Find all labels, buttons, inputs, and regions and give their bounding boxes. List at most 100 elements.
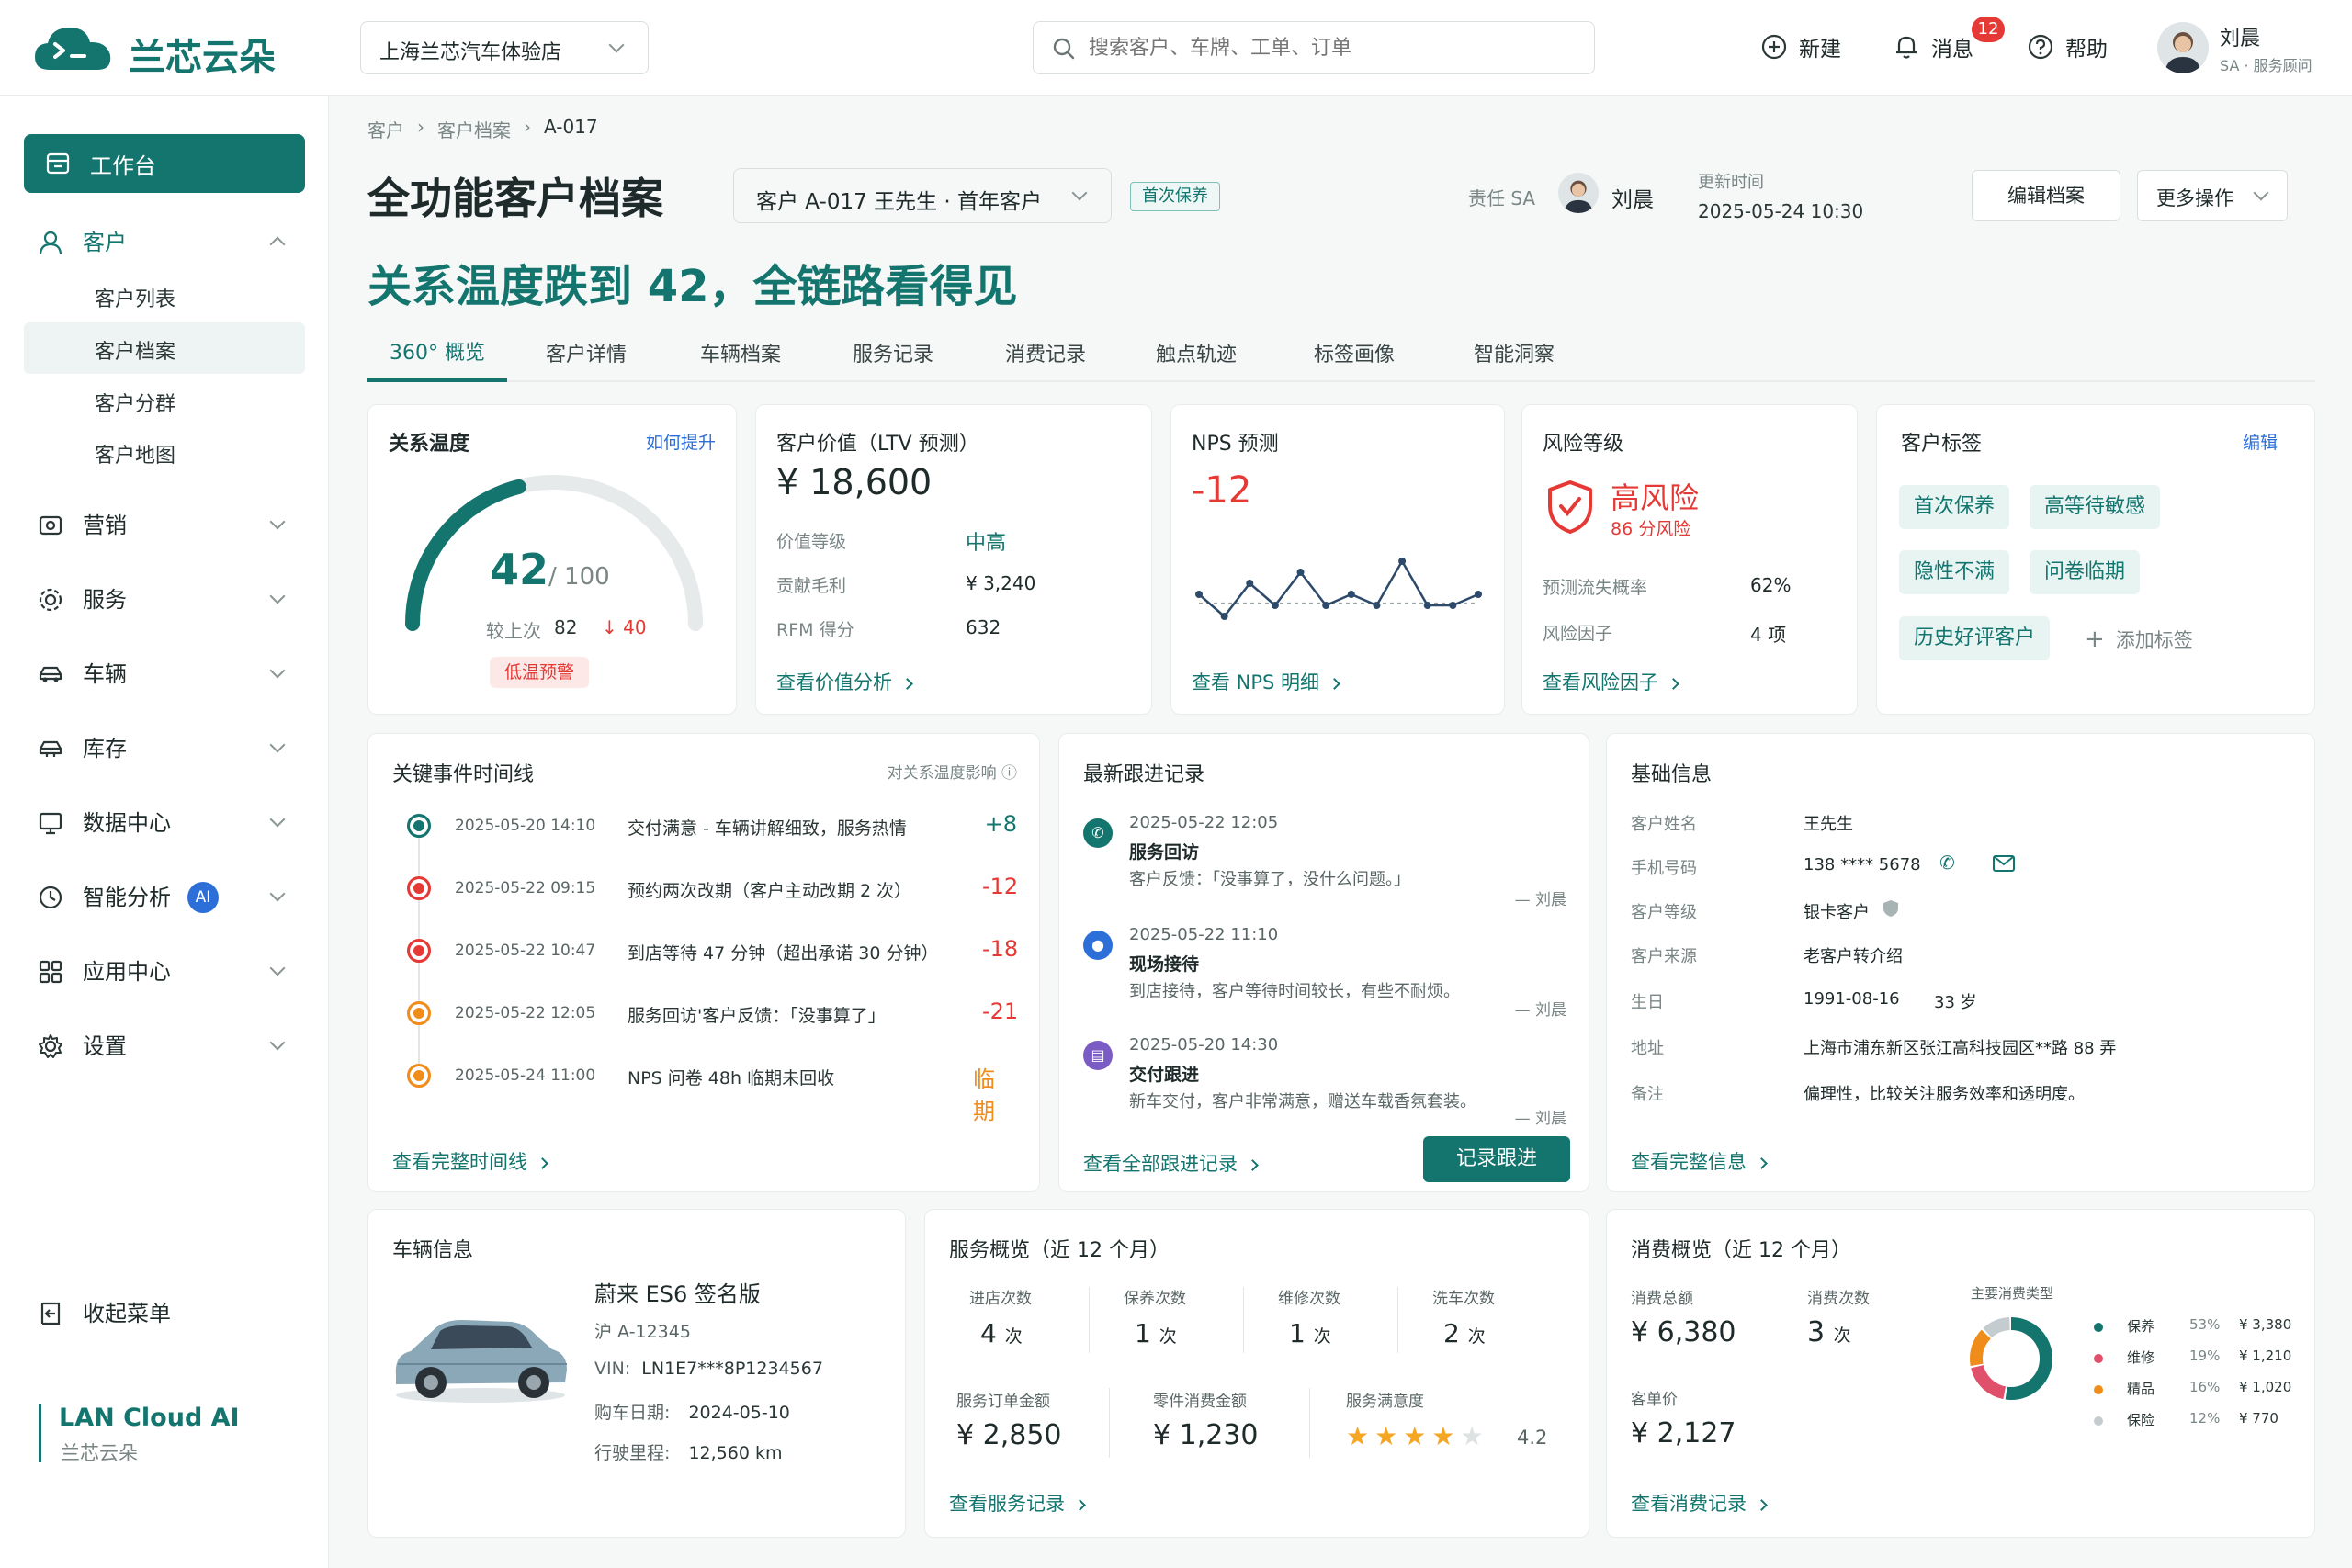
service-records-link[interactable]: 查看服务记录	[949, 1489, 1086, 1517]
store-select[interactable]: 上海兰芯汽车体验店	[360, 21, 649, 74]
event-delta: -18	[982, 936, 1019, 962]
add-tag-button[interactable]: + 添加标签	[2085, 626, 2193, 653]
info-value: 1991-08-16	[1804, 989, 1900, 1009]
risk-factor-link[interactable]: 查看风险因子	[1543, 668, 1679, 695]
sidebar-item-settings[interactable]: 设置	[37, 1026, 303, 1066]
chevron-down-icon	[269, 886, 286, 902]
collapse-icon	[40, 1302, 61, 1325]
full-info-link[interactable]: 查看完整信息	[1631, 1147, 1768, 1175]
global-search[interactable]	[1033, 21, 1595, 74]
sidebar-item-analytics[interactable]: 智能分析 AI	[37, 877, 303, 918]
record-followup-button[interactable]: 记录跟进	[1423, 1136, 1570, 1182]
sidebar-subitem-customer-map[interactable]: 客户地图	[95, 439, 175, 468]
record-author: — 刘晨	[1514, 1001, 1566, 1020]
sidebar-item-marketing[interactable]: 营销	[37, 505, 303, 546]
star-icon: ★	[1431, 1421, 1455, 1451]
timeline-event[interactable]: 2025-05-20 14:10 交付满意 - 车辆讲解细致，服务热情 +8	[368, 734, 1039, 839]
legend-percent: 19%	[2189, 1348, 2221, 1364]
nps-detail-link[interactable]: 查看 NPS 明细	[1192, 668, 1340, 695]
tag-chip[interactable]: 首次保养	[1899, 485, 2010, 529]
brand-name: 兰芯云朵	[129, 37, 276, 79]
vehicle-plate: 沪 A-12345	[594, 1322, 691, 1342]
new-button[interactable]: 新建	[1760, 31, 1841, 62]
legend-label: 保养	[2127, 1318, 2155, 1335]
event-text: 服务回访'客户反馈：「没事算了」	[628, 1006, 886, 1026]
top-bar: 兰芯云朵 上海兰芯汽车体验店 新建 消息 12 帮助 刘晨 SA · 服务顾问	[0, 0, 2352, 96]
sidebar-item-workbench[interactable]: 工作台	[24, 134, 305, 193]
collapse-menu-button[interactable]: 收起菜单	[37, 1293, 303, 1334]
tag-chip[interactable]: 隐性不满	[1899, 550, 2010, 594]
plus-icon: +	[2085, 626, 2105, 653]
tab-insight[interactable]: 智能洞察	[1474, 338, 1555, 367]
message-icon: ▤	[1083, 1041, 1113, 1070]
messages-button[interactable]: 消息	[1893, 31, 1973, 62]
phone-call-icon[interactable]: ✆	[1939, 852, 1955, 874]
full-timeline-link[interactable]: 查看完整时间线	[392, 1147, 548, 1175]
card-title: 服务概览（近 12 个月）	[949, 1239, 1170, 1262]
user-avatar[interactable]	[2157, 22, 2209, 73]
legend-label: 精品	[2127, 1381, 2155, 1397]
help-label: 帮助	[2065, 38, 2108, 62]
plus-circle-icon	[1761, 34, 1787, 60]
updated-value: 2025-05-24 10:30	[1698, 200, 1864, 222]
tab-detail[interactable]: 客户详情	[546, 338, 627, 367]
megaphone-icon	[39, 515, 62, 536]
more-actions-button[interactable]: 更多操作	[2137, 170, 2288, 221]
mail-icon[interactable]	[1993, 855, 2015, 872]
tag-chip[interactable]: 历史好评客户	[1899, 616, 2051, 660]
mileage-label: 行驶里程:	[594, 1443, 671, 1463]
info-value: 偏理性，比较关注服务效率和透明度。	[1804, 1085, 2085, 1104]
tab-service[interactable]: 服务记录	[853, 338, 933, 367]
rfm-value: 632	[966, 616, 1001, 638]
search-input[interactable]	[1089, 31, 1566, 64]
sidebar-item-app-center[interactable]: 应用中心	[37, 952, 303, 992]
tabs-divider	[368, 380, 2315, 382]
tab-overview[interactable]: 360° 概览	[368, 336, 507, 382]
info-label: 客户等级	[1631, 903, 1697, 922]
breadcrumb-item[interactable]: 客户	[368, 116, 404, 142]
tag-chip[interactable]: 问卷临期	[2030, 550, 2141, 594]
sidebar-subitem-customer-segment[interactable]: 客户分群	[95, 388, 175, 417]
tab-touchpoint[interactable]: 触点轨迹	[1156, 338, 1237, 367]
legend-label: 保险	[2127, 1412, 2155, 1428]
tab-vehicle[interactable]: 车辆档案	[700, 338, 781, 367]
sidebar-item-vehicle[interactable]: 车辆	[37, 654, 303, 694]
customer-select[interactable]: 客户 A-017 王先生 · 首年客户	[733, 168, 1112, 223]
star-icon: ★	[1403, 1421, 1427, 1451]
record-type: 服务回访	[1129, 842, 1200, 863]
tab-tags[interactable]: 标签画像	[1314, 338, 1395, 367]
ai-badge: AI	[187, 882, 219, 913]
info-value: 王先生	[1804, 815, 1853, 834]
edit-tags-link[interactable]: 编辑	[2243, 429, 2278, 454]
sidebar-subitem-customer-profile[interactable]: 客户档案	[95, 335, 175, 365]
sidebar-item-label: 工作台	[90, 152, 156, 179]
chevron-down-icon	[269, 960, 286, 976]
money-label: 零件消费金额	[1153, 1393, 1247, 1411]
event-text: 交付满意 - 车辆讲解细致，服务热情	[628, 818, 907, 839]
breadcrumb-item[interactable]: 客户档案	[437, 116, 511, 142]
sidebar-item-data-center[interactable]: 数据中心	[37, 803, 303, 843]
owner-name: 刘晨	[1611, 188, 1654, 212]
chevron-down-icon	[269, 662, 286, 679]
value-analysis-link[interactable]: 查看价值分析	[776, 668, 913, 695]
sidebar-item-customer[interactable]: 客户	[37, 222, 303, 263]
customer-tags-card: 客户标签 编辑 首次保养 高等待敏感 隐性不满 问卷临期 历史好评客户 + 添加标…	[1876, 404, 2315, 715]
sidebar-subitem-customer-list[interactable]: 客户列表	[95, 283, 175, 312]
consumption-records-link[interactable]: 查看消费记录	[1631, 1489, 1768, 1517]
sidebar-item-inventory[interactable]: 库存	[37, 728, 303, 769]
tab-consume[interactable]: 消费记录	[1005, 338, 1086, 367]
footer-brand-title: LAN Cloud AI	[59, 1404, 240, 1432]
sidebar-item-service[interactable]: 服务	[37, 580, 303, 620]
edit-profile-button[interactable]: 编辑档案	[1972, 170, 2120, 221]
rfm-label: RFM 得分	[776, 620, 854, 640]
money-value: ¥ 1,230	[1153, 1419, 1259, 1451]
legend-item: 维修 19% ¥ 1,210	[2094, 1348, 2296, 1370]
vehicle-model: 蔚来 ES6 签名版	[594, 1281, 761, 1307]
divider	[1109, 1388, 1110, 1458]
all-followup-link[interactable]: 查看全部跟进记录	[1083, 1149, 1259, 1177]
how-improve-link[interactable]: 如何提升	[646, 429, 716, 454]
nps-point	[1373, 602, 1381, 609]
tag-chip[interactable]: 高等待敏感	[2030, 485, 2161, 529]
legend-swatch	[2094, 1354, 2103, 1363]
help-button[interactable]: 帮助	[2027, 31, 2108, 62]
